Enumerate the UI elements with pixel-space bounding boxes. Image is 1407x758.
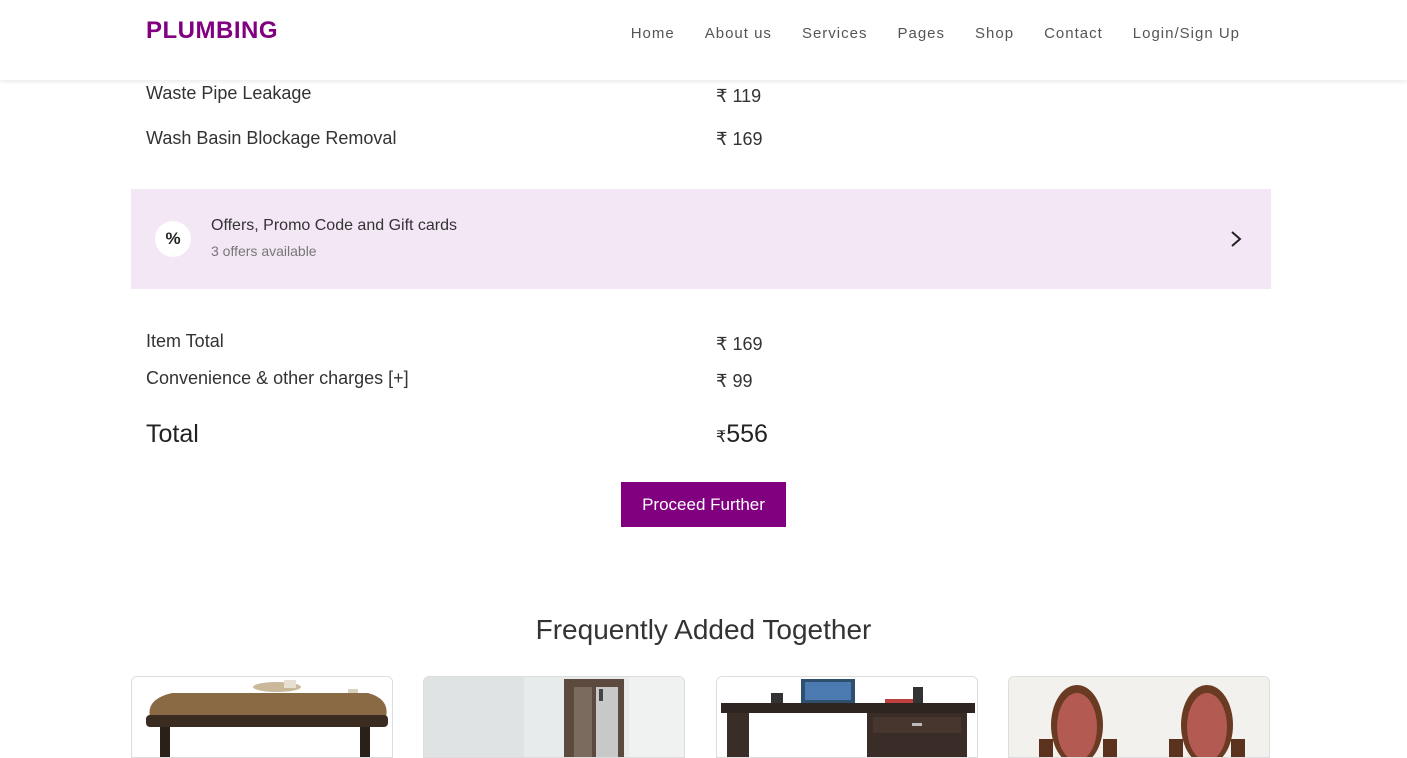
office-desk-image [717,677,977,757]
currency-symbol: ₹ [716,429,727,446]
percent-icon: % [155,221,191,257]
total-label: Total [146,420,199,448]
offers-panel[interactable]: % Offers, Promo Code and Gift cards 3 of… [131,189,1271,289]
item-price: ₹ 119 [716,86,762,106]
item-name: Wash Basin Blockage Removal [146,128,397,148]
product-card[interactable] [423,676,685,758]
nav-login-signup[interactable]: Login/Sign Up [1133,25,1240,42]
cabinet-image [424,677,684,757]
main-nav: Home About us Services Pages Shop Contac… [631,25,1240,42]
item-price: ₹ 169 [716,129,763,149]
total-value: 556 [726,420,768,448]
nav-shop[interactable]: Shop [975,25,1014,42]
nav-about-us[interactable]: About us [705,25,772,42]
item-name: Waste Pipe Leakage [146,83,312,103]
wooden-table-image [132,677,392,757]
offers-title: Offers, Promo Code and Gift cards [211,217,458,234]
nav-contact[interactable]: Contact [1044,25,1103,42]
convenience-value: ₹ 99 [716,371,753,391]
brand-logo[interactable]: PLUMBING [146,17,278,45]
total-price: ₹556 [716,420,768,449]
product-card[interactable] [131,676,393,758]
item-total-value: ₹ 169 [716,334,763,354]
product-card[interactable] [716,676,978,758]
product-card[interactable] [1008,676,1270,758]
frequently-added-title: Frequently Added Together [535,614,872,645]
nav-services[interactable]: Services [802,25,868,42]
armchairs-image [1009,677,1269,757]
chevron-right-icon [1231,231,1242,247]
nav-home[interactable]: Home [631,25,675,42]
convenience-label[interactable]: Convenience & other charges [+] [146,368,409,389]
nav-pages[interactable]: Pages [897,25,945,42]
item-total-label: Item Total [146,331,224,351]
proceed-further-button[interactable]: Proceed Further [621,482,786,527]
offers-subtitle: 3 offers available [211,243,317,259]
navbar: PLUMBING Home About us Services Pages Sh… [0,0,1407,80]
